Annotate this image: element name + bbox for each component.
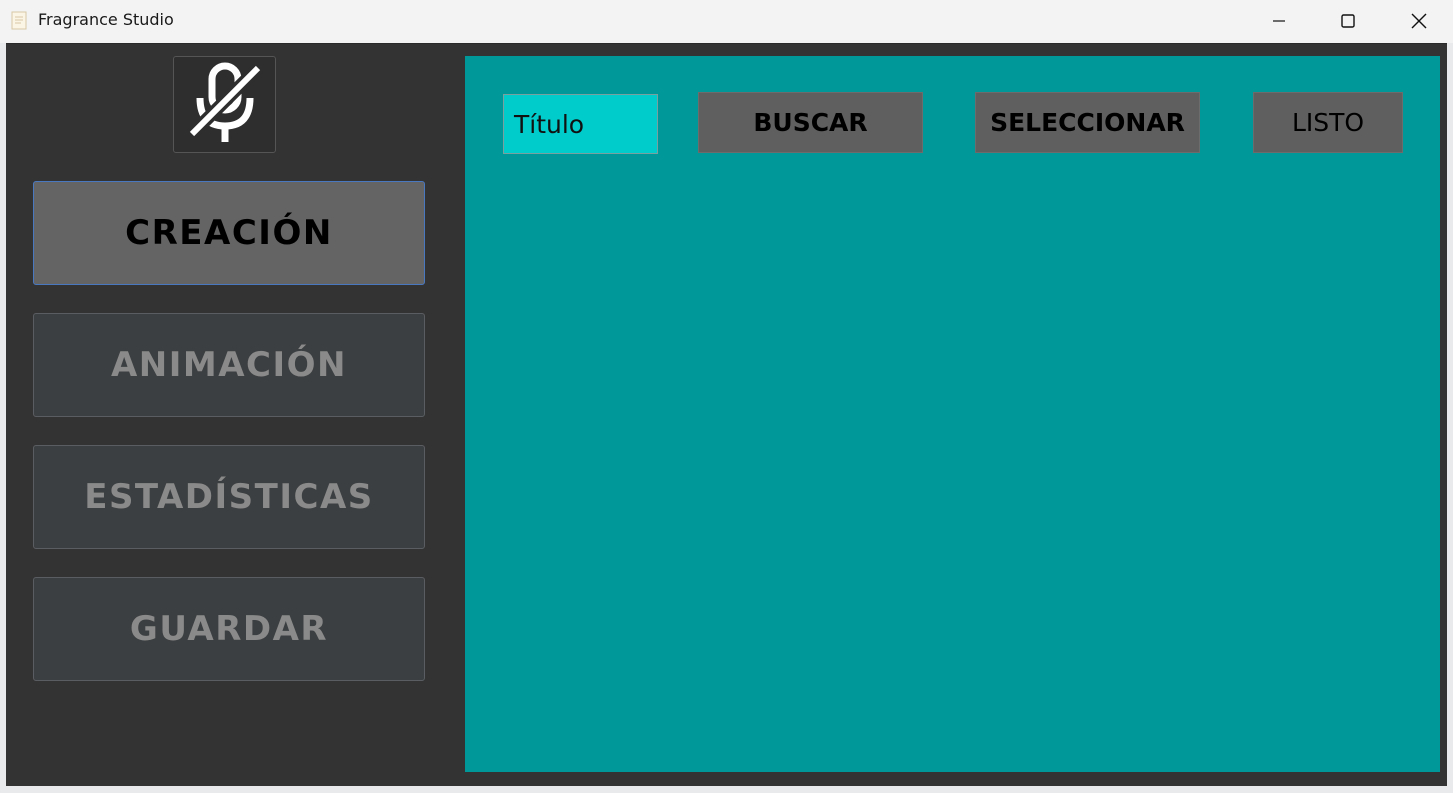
title-bar: Fragrance Studio (0, 0, 1453, 43)
search-button-label: BUSCAR (753, 108, 868, 137)
sidebar-item-guardar[interactable]: GUARDAR (33, 577, 425, 681)
sidebar-item-creacion[interactable]: CREACIÓN (33, 181, 425, 285)
sidebar-item-label: ESTADÍSTICAS (84, 477, 374, 517)
sidebar-item-label: CREACIÓN (125, 213, 333, 253)
sidebar-item-label: GUARDAR (129, 609, 329, 649)
close-button[interactable] (1384, 0, 1453, 42)
window-body: CREACIÓN ANIMACIÓN ESTADÍSTICAS GUARDAR … (6, 43, 1447, 786)
window-title: Fragrance Studio (38, 10, 174, 29)
logo (173, 56, 276, 153)
title-input[interactable]: Título (503, 94, 658, 154)
done-button-label: LISTO (1291, 108, 1365, 137)
maximize-button[interactable] (1313, 0, 1382, 42)
select-button[interactable]: SELECCIONAR (975, 92, 1200, 153)
muted-microphone-icon (186, 62, 263, 142)
main-panel: Título BUSCAR SELECCIONAR LISTO (465, 56, 1440, 772)
minimize-button[interactable] (1244, 0, 1313, 42)
sidebar-item-animacion[interactable]: ANIMACIÓN (33, 313, 425, 417)
maximize-icon (1340, 14, 1355, 28)
sidebar-item-label: ANIMACIÓN (110, 345, 348, 385)
title-input-value: Título (514, 109, 585, 139)
app-icon (11, 11, 27, 30)
sidebar-item-estadisticas[interactable]: ESTADÍSTICAS (33, 445, 425, 549)
minimize-icon (1272, 20, 1285, 22)
done-button[interactable]: LISTO (1253, 92, 1403, 153)
close-icon (1411, 13, 1426, 29)
search-button[interactable]: BUSCAR (698, 92, 923, 153)
select-button-label: SELECCIONAR (990, 108, 1185, 137)
